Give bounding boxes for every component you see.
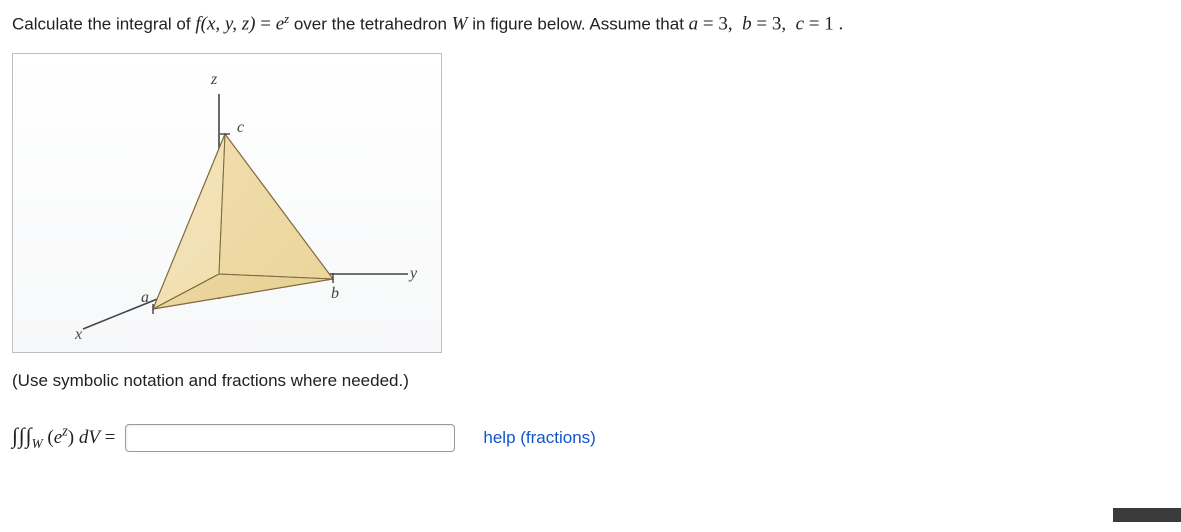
c-vertex-label: c <box>237 119 244 136</box>
a-lhs: a <box>689 14 699 35</box>
period: . <box>834 14 844 35</box>
func-rhs-base: e <box>276 14 284 35</box>
b-lhs: b <box>742 14 752 35</box>
y-axis-label: y <box>408 265 418 282</box>
answer-label: ∫ ∫ ∫W (ez) dV = <box>12 423 115 452</box>
integrand-base: e <box>54 427 62 448</box>
b-eq: = <box>752 14 772 35</box>
question-prompt: Calculate the integral of f(x, y, z) = e… <box>12 10 1181 39</box>
region-W: W <box>452 14 468 35</box>
func-rhs-exp: z <box>284 12 289 26</box>
dV: dV <box>79 427 100 448</box>
func-lhs: f(x, y, z) <box>195 14 255 35</box>
integral-2: ∫ <box>19 423 25 448</box>
answer-row: ∫ ∫ ∫W (ez) dV = help (fractions) <box>12 423 1181 452</box>
z-axis-label: z <box>210 71 218 88</box>
x-axis-label: x <box>74 326 82 343</box>
a-eq: = <box>698 14 718 35</box>
prompt-mid1: over the tetrahedron <box>294 15 452 34</box>
b-val: 3 <box>772 14 782 35</box>
integral-1: ∫ <box>12 423 18 448</box>
c-eq: = <box>804 14 824 35</box>
b-vertex-label: b <box>331 285 339 302</box>
tetrahedron-svg: z x y a b c <box>13 54 443 354</box>
instruction-text: (Use symbolic notation and fractions whe… <box>12 371 1181 391</box>
integral-sub: W <box>32 436 43 451</box>
help-fractions-link[interactable]: help (fractions) <box>483 428 595 448</box>
c-lhs: c <box>796 14 804 35</box>
a-vertex-label: a <box>141 289 149 306</box>
tetrahedron-figure: z x y a b c <box>12 53 442 353</box>
equals-1: = <box>260 14 275 35</box>
bottom-bar-decoration <box>1113 508 1181 522</box>
a-val: 3 <box>718 14 728 35</box>
c-val: 1 <box>824 14 834 35</box>
prompt-prefix: Calculate the integral of <box>12 15 195 34</box>
comma2: , <box>781 14 795 35</box>
prompt-mid2: in figure below. Assume that <box>472 15 688 34</box>
answer-input[interactable] <box>125 424 455 452</box>
close-paren: ) <box>68 427 74 448</box>
answer-equals: = <box>105 427 116 448</box>
comma1: , <box>728 14 742 35</box>
